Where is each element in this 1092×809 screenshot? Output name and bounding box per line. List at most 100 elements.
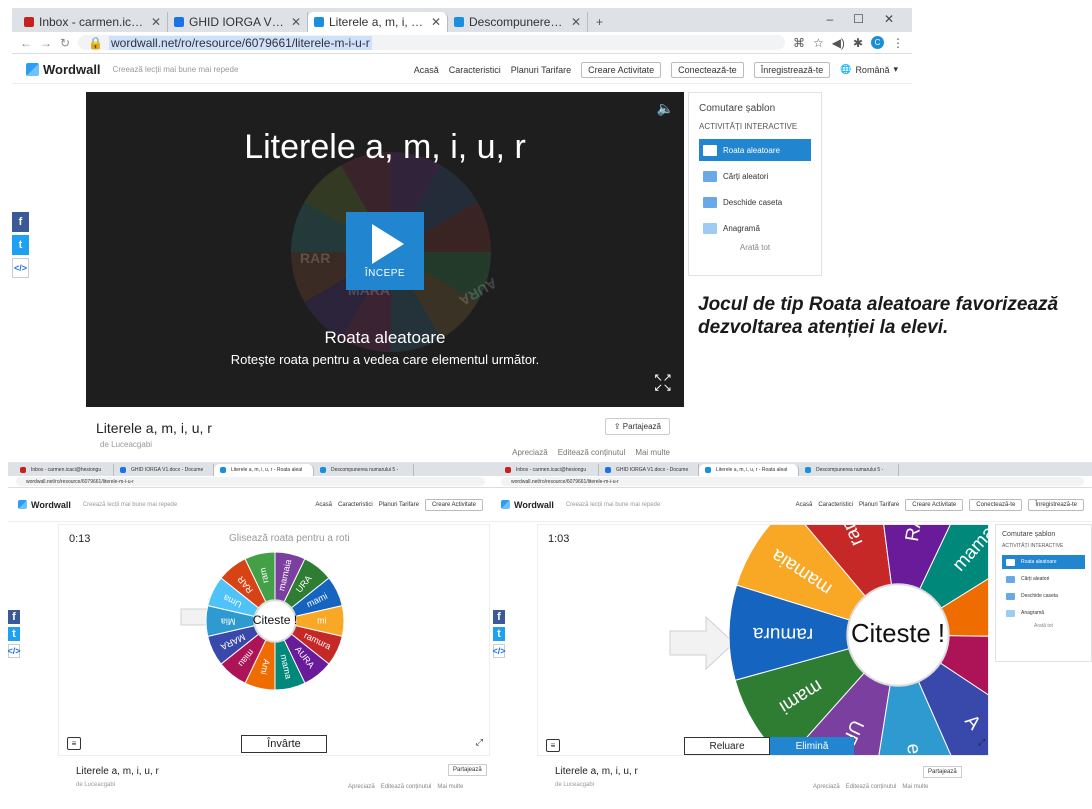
browser-tab[interactable]: GHID IORGA V1.docx - Docume bbox=[599, 464, 699, 476]
activity-player[interactable]: RAR MARA AURA Literele a, m, i, u, r ÎNC… bbox=[86, 92, 684, 407]
wordwall-logo[interactable]: Wordwall bbox=[26, 62, 101, 77]
template-random-cards[interactable]: Cărți aleatori bbox=[699, 165, 811, 187]
more-link[interactable]: Mai multe bbox=[635, 448, 670, 457]
template-random-wheel[interactable]: Roata aleatoare bbox=[1002, 555, 1085, 569]
menu-icon[interactable]: ≡ bbox=[546, 739, 560, 752]
nav-pricing[interactable]: Planuri Tarifare bbox=[859, 502, 899, 508]
nav-pricing[interactable]: Planuri Tarifare bbox=[379, 502, 419, 508]
close-window-icon[interactable]: ✕ bbox=[884, 12, 894, 26]
spin-button[interactable]: Învârte bbox=[241, 735, 327, 753]
close-tab-icon[interactable]: ✕ bbox=[151, 15, 161, 29]
url-input[interactable]: wordwall.net/ro/resource/6079661/literel… bbox=[501, 477, 1084, 486]
remove-button[interactable]: Elimină bbox=[770, 737, 854, 755]
embed-icon[interactable]: </> bbox=[8, 644, 21, 658]
wheel-game-area[interactable]: 0:13 Glisează roata pentru a roti mamaia… bbox=[58, 524, 490, 756]
author[interactable]: de Luceacgabi bbox=[76, 782, 115, 788]
start-button[interactable]: ÎNCEPE bbox=[346, 212, 424, 290]
show-all-link[interactable]: Arată tot bbox=[1002, 623, 1085, 629]
template-open-box[interactable]: Deschide caseta bbox=[699, 191, 811, 213]
template-anagram[interactable]: Anagramă bbox=[1002, 606, 1085, 620]
star-icon[interactable]: ☆ bbox=[813, 36, 824, 50]
more-link[interactable]: Mai multe bbox=[437, 784, 463, 790]
browser-tab-active[interactable]: Literele a, m, i, u, r - Roata aleat bbox=[699, 464, 799, 476]
template-open-box[interactable]: Deschide caseta bbox=[1002, 589, 1085, 603]
new-tab-button[interactable]: + bbox=[588, 12, 611, 32]
forward-icon[interactable]: → bbox=[40, 36, 52, 50]
nav-home[interactable]: Acasă bbox=[315, 502, 332, 508]
minimize-icon[interactable]: – bbox=[826, 12, 833, 26]
create-activity-button[interactable]: Creare Activitate bbox=[424, 498, 483, 511]
nav-home[interactable]: Acasă bbox=[796, 502, 813, 508]
template-random-wheel[interactable]: Roata aleatoare bbox=[699, 139, 811, 161]
extensions-icon[interactable]: ✱ bbox=[853, 36, 863, 50]
create-activity-button[interactable]: Creare Activitate bbox=[905, 498, 964, 511]
language-selector[interactable]: 🌐 Română ▾ bbox=[840, 64, 898, 75]
like-link[interactable]: Apreciază bbox=[348, 784, 375, 790]
random-wheel[interactable]: mamaia URAmamimiramuraAURAmamaAmimiauMARA… bbox=[205, 551, 345, 691]
register-button[interactable]: Înregistrează-te bbox=[753, 61, 831, 78]
browser-tab[interactable]: Inbox - carmen.icaci@hesiongu bbox=[499, 464, 599, 476]
twitter-icon[interactable]: t bbox=[493, 627, 505, 641]
back-icon[interactable]: ← bbox=[20, 36, 32, 50]
browser-tab[interactable]: Descompunerea numarului 5 - bbox=[314, 464, 414, 476]
login-button[interactable]: Conectează-te bbox=[671, 61, 744, 78]
like-link[interactable]: Apreciază bbox=[813, 784, 840, 790]
nav-features[interactable]: Caracteristici bbox=[338, 502, 373, 508]
reload-icon[interactable]: ↻ bbox=[60, 36, 70, 50]
share-button[interactable]: Partajează bbox=[448, 764, 487, 776]
wheel-game-area[interactable]: 1:03 URAmamiramuramamaiaramRARmamaRAraAe… bbox=[537, 524, 989, 756]
menu-icon[interactable]: ≡ bbox=[67, 737, 81, 750]
browser-tab-active[interactable]: Literele a, m, i, u, r - Roata aleat bbox=[214, 464, 314, 476]
browser-tab[interactable]: GHID IORGA V1.docx - Docume bbox=[114, 464, 214, 476]
fullscreen-icon[interactable]: ⤢ bbox=[476, 737, 483, 748]
sound-icon[interactable]: 🔈 bbox=[657, 100, 674, 117]
edit-content-link[interactable]: Editează conținutul bbox=[381, 784, 432, 790]
facebook-icon[interactable]: f bbox=[493, 610, 505, 624]
login-button[interactable]: Conectează-te bbox=[969, 498, 1023, 511]
replay-button[interactable]: Reluare bbox=[684, 737, 770, 755]
facebook-icon[interactable]: f bbox=[8, 610, 20, 624]
random-wheel-zoomed[interactable]: URAmamiramuramamaiaramRARmamaRAraAeCites… bbox=[728, 524, 989, 756]
create-activity-button[interactable]: Creare Activitate bbox=[581, 61, 662, 78]
translate-icon[interactable]: ⌘ bbox=[793, 36, 805, 50]
more-link[interactable]: Mai multe bbox=[902, 784, 928, 790]
template-random-cards[interactable]: Cărți aleatori bbox=[1002, 572, 1085, 586]
share-button[interactable]: ⇪ Partajează bbox=[604, 418, 670, 435]
close-tab-icon[interactable]: ✕ bbox=[291, 15, 301, 29]
show-all-link[interactable]: Arată tot bbox=[699, 243, 811, 252]
nav-features[interactable]: Caracteristici bbox=[818, 502, 853, 508]
fullscreen-icon[interactable]: ↖↗ ↙↘ bbox=[654, 373, 672, 394]
close-tab-icon[interactable]: ✕ bbox=[571, 15, 581, 29]
twitter-icon[interactable]: t bbox=[8, 627, 20, 641]
browser-tab-wordwall-2[interactable]: Descompunerea numarului 5 - ✕ bbox=[448, 12, 588, 32]
browser-tab-docs[interactable]: GHID IORGA V1.docx - Docume ✕ bbox=[168, 12, 308, 32]
maximize-icon[interactable]: ☐ bbox=[853, 12, 864, 26]
more-menu-icon[interactable]: ⋮ bbox=[892, 36, 904, 50]
browser-tab[interactable]: Inbox - carmen.icaci@hesiongu bbox=[14, 464, 114, 476]
url-input[interactable]: wordwall.net/ro/resource/6079661/literel… bbox=[16, 477, 485, 486]
nav-features[interactable]: Caracteristici bbox=[449, 65, 501, 75]
wordwall-logo[interactable]: Wordwall bbox=[501, 500, 554, 510]
twitter-icon[interactable]: t bbox=[12, 235, 29, 255]
wordwall-logo[interactable]: Wordwall bbox=[18, 500, 71, 510]
close-tab-icon[interactable]: ✕ bbox=[431, 15, 441, 29]
facebook-icon[interactable]: f bbox=[12, 212, 29, 232]
nav-pricing[interactable]: Planuri Tarifare bbox=[511, 65, 571, 75]
share-button[interactable]: Partajează bbox=[923, 766, 962, 778]
profile-avatar[interactable]: C bbox=[871, 36, 884, 49]
author[interactable]: de Luceacgabi bbox=[555, 782, 594, 788]
embed-icon[interactable]: </> bbox=[12, 258, 29, 278]
speaker-icon[interactable]: ◀) bbox=[832, 36, 845, 50]
template-anagram[interactable]: Anagramă bbox=[699, 217, 811, 239]
url-input[interactable]: 🔒 wordwall.net/ro/resource/6079661/liter… bbox=[78, 35, 785, 50]
browser-tab-wordwall-active[interactable]: Literele a, m, i, u, r - Roata aleat ✕ bbox=[308, 12, 448, 32]
nav-home[interactable]: Acasă bbox=[414, 65, 439, 75]
register-button[interactable]: Înregistrează-te bbox=[1028, 498, 1084, 511]
edit-content-link[interactable]: Editează conținutul bbox=[558, 448, 626, 457]
browser-tab[interactable]: Descompunerea numarului 5 - bbox=[799, 464, 899, 476]
embed-icon[interactable]: </> bbox=[493, 644, 506, 658]
browser-tab-gmail[interactable]: Inbox - carmen.icaci@hesiongu ✕ bbox=[18, 12, 168, 32]
author[interactable]: de Luceacgabi bbox=[100, 440, 152, 449]
edit-content-link[interactable]: Editează conținutul bbox=[846, 784, 897, 790]
fullscreen-icon[interactable]: ⤢ bbox=[978, 737, 985, 748]
